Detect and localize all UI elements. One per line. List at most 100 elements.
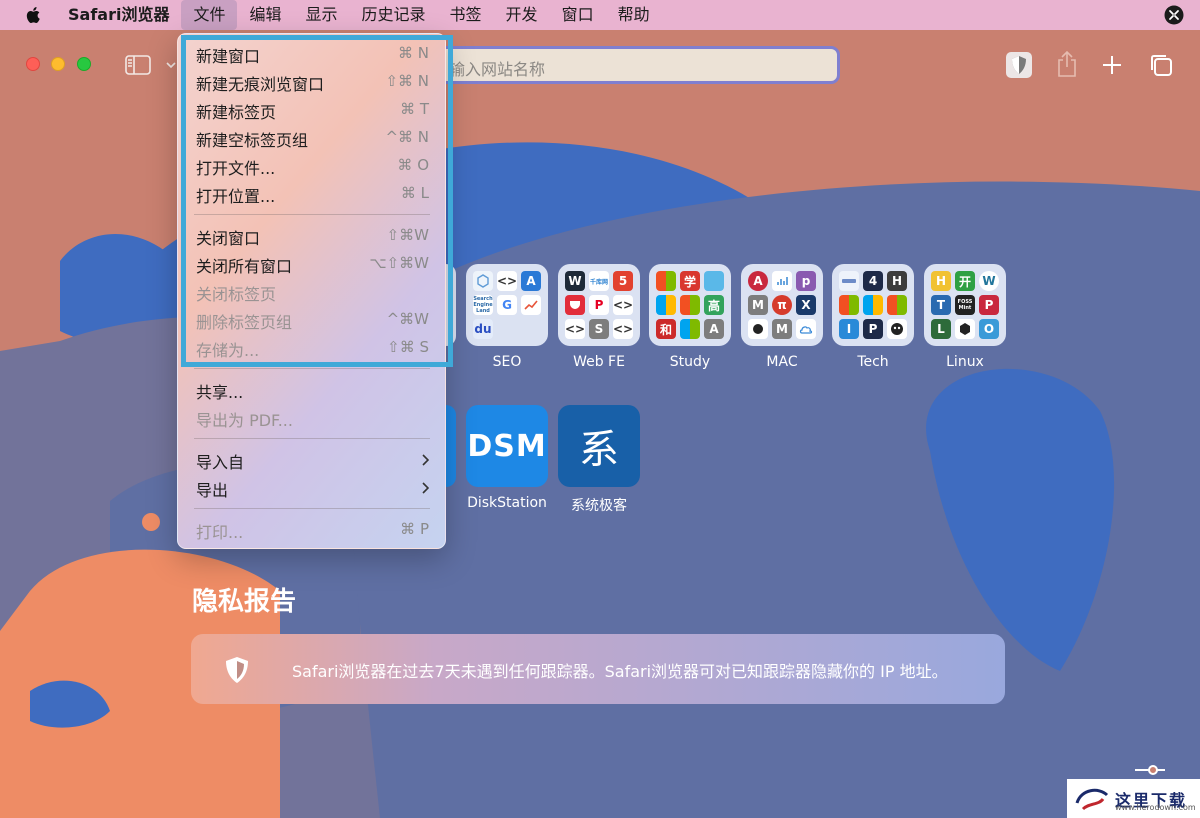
microsoft-icon (680, 295, 700, 315)
menu-item-new-private-window[interactable]: 新建无痕浏览窗口 ⇧⌘ N (178, 68, 447, 96)
code-icon: <> (565, 319, 585, 339)
baidu-icon: du (473, 319, 493, 339)
menu-item-shortcut: ^⌘ N (385, 128, 429, 146)
menu-view[interactable]: 显示 (294, 0, 350, 30)
privacy-report-card[interactable]: Safari浏览器在过去7天未遇到任何跟踪器。Safari浏览器可对已知跟踪器隐… (191, 634, 1005, 704)
menu-item-label: 新建空标签页组 (196, 131, 309, 150)
menu-item-close-all-windows[interactable]: 关闭所有窗口 ⌥⇧⌘W (178, 250, 447, 278)
microsoft-icon (863, 295, 883, 315)
site-icon (473, 271, 493, 291)
favorite-web-fe[interactable]: W 千库网 5 P <> <> S <> Web FE (558, 264, 640, 370)
site-icon: 学 (680, 271, 700, 291)
menu-separator (194, 438, 430, 439)
menu-separator (194, 508, 430, 509)
menu-item-open-file[interactable]: 打开文件... ⌘ O (178, 152, 447, 180)
chevron-down-icon[interactable] (166, 61, 176, 69)
menu-item-export-pdf: 导出为 PDF... (178, 404, 447, 432)
favorite-seo[interactable]: <> A Search Engine Land G du SEO (466, 264, 548, 370)
menu-develop[interactable]: 开发 (494, 0, 550, 30)
pinterest-icon: P (589, 295, 609, 315)
site-icon: 千库网 (589, 271, 609, 291)
site-icon: 和 (656, 319, 676, 339)
favorite-label: Web FE (573, 354, 625, 370)
site-icon: H (931, 271, 951, 291)
favorite-label: Tech (857, 354, 889, 370)
menu-item-shortcut: ⇧⌘ N (385, 72, 429, 90)
watermark-url: www.herodown.com (1115, 803, 1196, 812)
microsoft-icon (656, 295, 676, 315)
zoom-window-button[interactable] (77, 57, 91, 71)
menu-item-shortcut: ⌘ N (398, 44, 429, 62)
menu-item-import-from[interactable]: 导入自 (178, 446, 447, 474)
menu-history[interactable]: 历史记录 (350, 0, 438, 30)
share-icon[interactable] (1056, 50, 1078, 78)
microsoft-icon (656, 271, 676, 291)
menu-help[interactable]: 帮助 (606, 0, 662, 30)
empty-cell (497, 319, 517, 339)
menu-bar: Safari浏览器 文件 编辑 显示 历史记录 书签 开发 窗口 帮助 (0, 0, 1200, 30)
menu-item-close-window[interactable]: 关闭窗口 ⇧⌘W (178, 222, 447, 250)
status-expand-icon[interactable] (1164, 5, 1184, 25)
tab-overview-icon[interactable] (1148, 52, 1174, 78)
privacy-report-heading: 隐私报告 (192, 587, 297, 617)
shield-icon (226, 657, 248, 683)
menu-separator (194, 214, 430, 215)
minimize-window-button[interactable] (51, 57, 65, 71)
menu-item-label: 新建窗口 (196, 47, 261, 66)
favorite-label: MAC (766, 354, 798, 370)
wordpress-icon: W (565, 271, 585, 291)
favorite-tile-partial[interactable] (446, 264, 456, 346)
site-icon: X (796, 295, 816, 315)
menu-item-shortcut: ⇧⌘ S (387, 338, 429, 356)
menu-item-delete-tab-group: 删除标签页组 ^⌘W (178, 306, 447, 334)
site-icon (955, 319, 975, 339)
menu-item-close-tab: 关闭标签页 (178, 278, 447, 306)
menu-item-open-location[interactable]: 打开位置... ⌘ L (178, 180, 447, 208)
favorite-xitongjike[interactable]: 系 系统极客 (558, 405, 640, 515)
empty-cell (521, 319, 541, 339)
watermark: 这里下载 www.herodown.com (1067, 779, 1200, 818)
new-tab-plus-icon[interactable] (1101, 54, 1123, 76)
site-icon: I (839, 319, 859, 339)
menu-item-label: 存储为... (196, 341, 260, 360)
sidebar-toggle-icon[interactable] (125, 55, 151, 75)
menu-edit[interactable]: 编辑 (237, 0, 293, 30)
favorite-mac[interactable]: A p M π X M MAC (741, 264, 823, 370)
site-icon: M (772, 319, 792, 339)
cloud-icon (796, 319, 816, 339)
site-icon: M (748, 295, 768, 315)
watermark-logo (1075, 788, 1109, 811)
menu-app-name[interactable]: Safari浏览器 (66, 0, 181, 30)
privacy-shield-icon[interactable] (1006, 52, 1032, 78)
menu-item-export[interactable]: 导出 (178, 474, 447, 502)
menu-item-share[interactable]: 共享... (178, 376, 447, 404)
favorite-diskstation[interactable]: DSM DiskStation (466, 405, 548, 511)
menu-item-new-tab[interactable]: 新建标签页 ⌘ T (178, 96, 447, 124)
menu-item-shortcut: ⌘ P (400, 520, 429, 538)
favorite-label: DiskStation (467, 495, 547, 511)
google-icon: G (497, 295, 517, 315)
close-window-button[interactable] (26, 57, 40, 71)
site-icon: 4 (863, 271, 883, 291)
favorite-tech[interactable]: 4 H I P Tech (832, 264, 914, 370)
menu-item-shortcut: ⌥⇧⌘W (369, 254, 429, 272)
menu-window[interactable]: 窗口 (550, 0, 606, 30)
favorite-label: SEO (492, 354, 522, 370)
favorite-tile-partial[interactable] (446, 405, 456, 487)
site-icon: 高 (704, 295, 724, 315)
apple-icon[interactable] (24, 5, 44, 25)
menu-bookmarks[interactable]: 书签 (438, 0, 494, 30)
favorite-study[interactable]: 学 高 和 A Study (649, 264, 731, 370)
menu-item-save-as: 存储为... ⇧⌘ S (178, 334, 447, 362)
menu-file[interactable]: 文件 (181, 0, 238, 30)
site-icon: H (887, 271, 907, 291)
favorite-linux[interactable]: H 开 W T FOSS Mint P L O Linux (924, 264, 1006, 370)
site-icon: P (979, 295, 999, 315)
site-icon: A (748, 271, 768, 291)
menu-item-label: 打开位置... (196, 187, 276, 206)
menu-item-label: 新建无痕浏览窗口 (196, 75, 325, 94)
favorite-folder-tile: A p M π X M (741, 264, 823, 346)
menu-item-new-empty-tab-group[interactable]: 新建空标签页组 ^⌘ N (178, 124, 447, 152)
menu-item-new-window[interactable]: 新建窗口 ⌘ N (178, 40, 447, 68)
site-icon (887, 319, 907, 339)
